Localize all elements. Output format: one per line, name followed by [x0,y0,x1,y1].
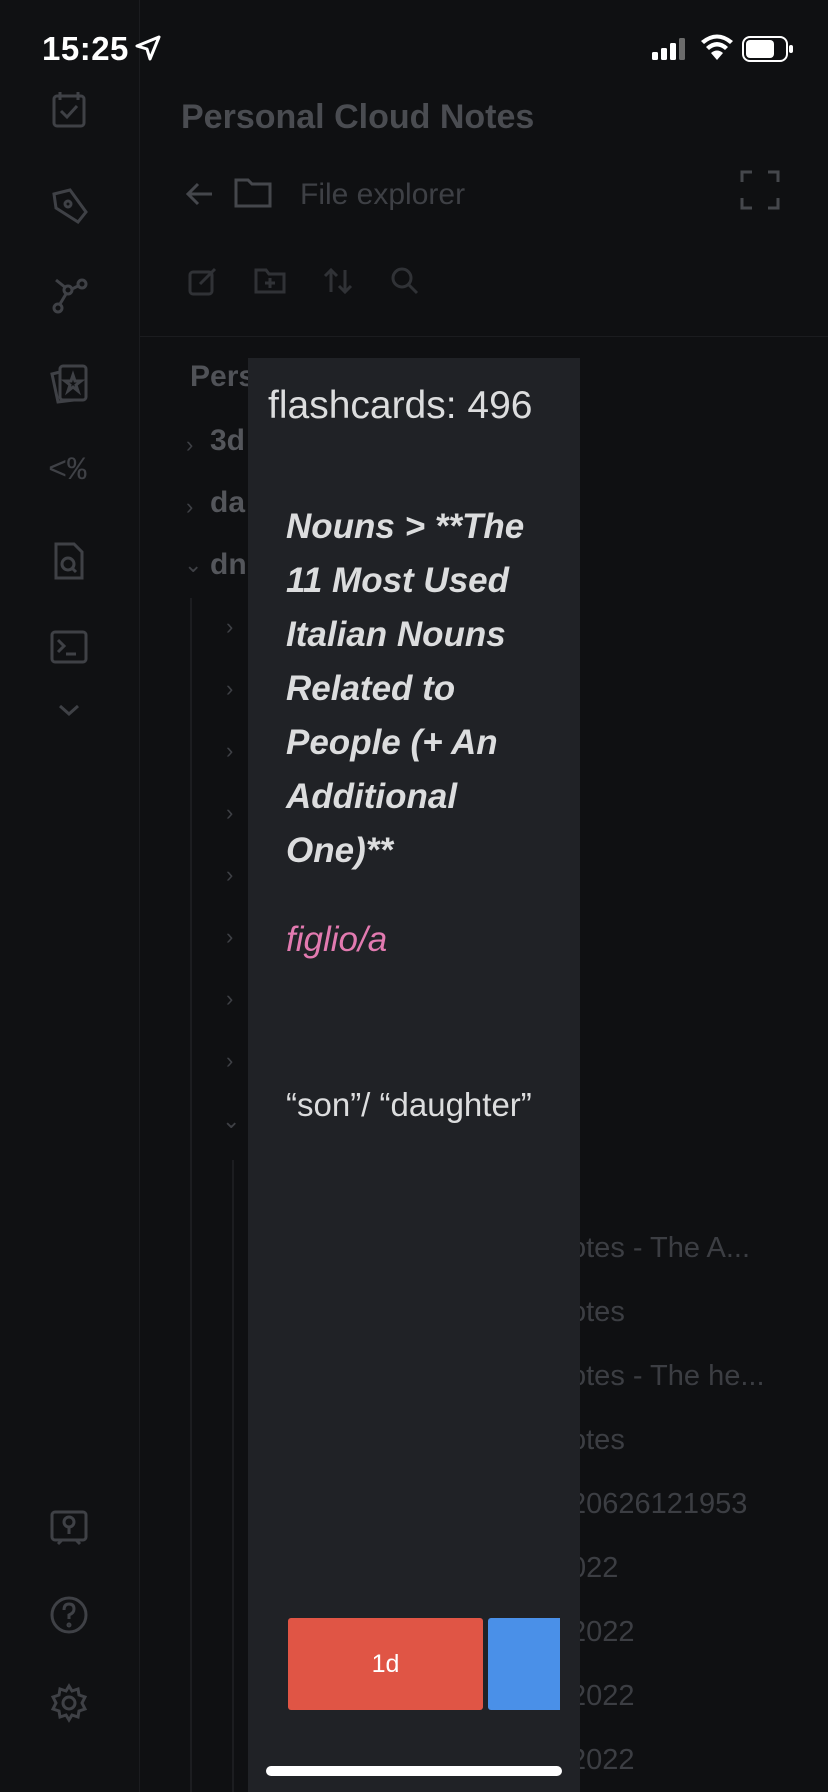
home-indicator[interactable] [266,1766,562,1776]
chevron-right-icon[interactable]: › [226,924,233,950]
status-time: 15:25 [42,30,129,67]
status-bar: 15:25 [0,0,828,100]
pen-tool-icon[interactable] [48,186,90,228]
back-arrow-icon[interactable] [184,178,216,215]
search-file-icon[interactable] [48,540,90,582]
expand-icon[interactable] [740,170,780,215]
vault-switch-icon[interactable] [48,1506,90,1548]
vault-title: Personal Cloud Notes [181,98,535,136]
tree-item[interactable]: 3d [210,424,245,458]
file-explorer-label: File explorer [300,178,466,211]
location-arrow-icon [134,34,162,62]
flashcard-answer-term: figlio/a [286,920,388,959]
chevron-right-icon[interactable]: › [226,986,233,1012]
help-icon[interactable] [48,1594,90,1636]
tree-guide-line [232,1160,234,1792]
chevron-right-icon[interactable]: › [186,432,193,458]
sort-icon[interactable] [322,266,354,301]
flashcard-answer-meaning: “son”/ “daughter” [286,1086,532,1123]
chevron-down-icon[interactable]: ⌄ [222,1108,240,1134]
chevron-right-icon[interactable]: › [226,862,233,888]
folder-icon [234,174,272,213]
file-row[interactable]: otes - The A... [570,1232,750,1265]
tree-item[interactable]: da [210,486,245,520]
chevron-down-icon[interactable]: ⌄ [184,552,202,578]
chevron-right-icon[interactable]: › [186,494,193,520]
tree-item[interactable]: dn [210,548,247,582]
settings-gear-icon[interactable] [48,1682,90,1724]
flashcards-icon[interactable] [48,362,90,404]
vault-root-label: Pers [190,360,256,393]
chevron-down-icon[interactable] [48,690,90,732]
cellular-signal-icon [652,38,688,65]
new-note-icon[interactable] [188,266,218,301]
tree-guide-line [190,598,192,1792]
explorer-nav-row [180,170,800,220]
chevron-right-icon[interactable]: › [226,676,233,702]
chevron-right-icon[interactable]: › [226,738,233,764]
explorer-divider [140,336,828,337]
templater-icon[interactable]: <% [48,452,90,494]
battery-icon [742,36,794,67]
wifi-icon [700,34,734,65]
ribbon: <% [0,0,140,1792]
file-row[interactable]: otes - The he... [570,1360,765,1393]
terminal-icon[interactable] [48,626,90,668]
file-row[interactable]: 20626121953 [570,1488,747,1521]
good-review-button[interactable] [488,1618,560,1710]
modal-title: flashcards: 496 [268,384,533,427]
graph-view-icon[interactable] [48,274,90,316]
new-folder-icon[interactable] [254,266,286,301]
chevron-right-icon[interactable]: › [226,800,233,826]
chevron-right-icon[interactable]: › [226,614,233,640]
flashcard-modal: flashcards: 496 Nouns > **The 11 Most Us… [248,358,580,1792]
chevron-right-icon[interactable]: › [226,1048,233,1074]
search-icon[interactable] [390,266,420,301]
flashcard-question: Nouns > **The 11 Most Used Italian Nouns… [286,507,525,870]
hard-review-button[interactable]: 1d [288,1618,483,1710]
